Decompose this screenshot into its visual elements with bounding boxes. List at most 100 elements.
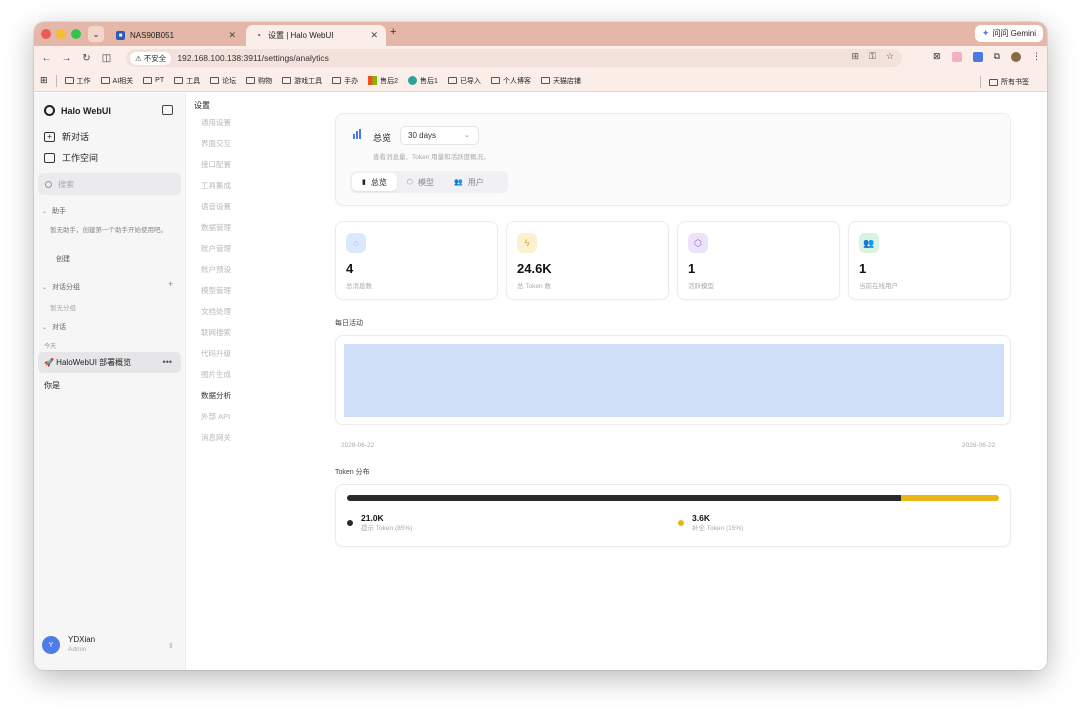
insecure-badge[interactable]: ⚠ 不安全 [130,51,172,65]
create-assistant-link[interactable]: 创建 [56,254,70,264]
bookmark-label: 工作 [76,77,91,85]
maximize-window-button[interactable] [71,29,81,39]
new-chat-button[interactable]: + 新对话 [44,130,89,143]
puzzle-icon[interactable]: ⧉ [994,51,1000,62]
bookmark-folder[interactable]: 工具 [174,76,200,86]
bookmark-label: 售后1 [420,77,438,85]
conversation-item-active[interactable]: 🚀 HaloWebUI 部署概览 ••• [38,352,181,373]
translate-icon[interactable]: ⊞ [852,51,860,62]
minimize-window-button[interactable] [56,29,66,39]
settings-nav-item[interactable]: 联网搜索 [201,327,231,338]
tab-search-chevron-icon[interactable]: ⌄ [88,26,104,42]
settings-nav-item[interactable]: 语音设置 [201,201,231,212]
groups-section-header[interactable]: ⌄ 对话分组 [42,282,80,292]
settings-nav-item[interactable]: 界面交互 [201,138,231,149]
bookmark-label: 论坛 [222,77,237,85]
settings-nav-item-analytics[interactable]: 数据分析 [201,390,231,401]
conversation-item[interactable]: 你是 [44,380,60,391]
reload-icon[interactable]: ↻ [79,53,94,64]
close-window-button[interactable] [41,29,51,39]
tab-users[interactable]: 👥 用户 [444,173,494,191]
settings-nav-item[interactable]: 数据管理 [201,222,231,233]
folder-icon [447,77,457,84]
workspace-button[interactable]: 工作空间 [44,151,98,164]
user-name: YDXian [68,635,96,644]
bookmark-label: 工具 [186,77,201,85]
date-range-select[interactable]: 30 days ⌄ [400,126,479,145]
more-menu-icon[interactable]: ⋮ [1032,51,1041,62]
cube-icon: ⬡ [406,179,413,186]
assistant-section-header[interactable]: ⌄ 助手 [42,206,66,216]
overview-title: 总览 [373,133,392,143]
bookmark-folder[interactable]: 论坛 [210,76,236,86]
tab-overview[interactable]: ▮ 总览 [352,173,397,191]
tab-models[interactable]: ⬡ 模型 [397,173,444,191]
key-icon[interactable]: ⚿ [869,51,876,62]
settings-nav-item[interactable]: 消息网关 [201,432,231,443]
browser-tab-settings[interactable]: ◔ 设置 | Halo WebUI ✕ [246,25,386,46]
user-profile[interactable]: Y YDXian Admin [42,635,95,655]
apps-grid-icon[interactable]: ⊞ [40,75,48,86]
bookmark-folder[interactable]: 游戏工具 [282,76,322,86]
stat-label: 活跃模型 [688,283,714,290]
section-label: 对话分组 [52,284,81,291]
date-range-value: 30 days [408,131,437,140]
more-options-icon[interactable]: ••• [163,357,172,367]
bookmark-folder[interactable]: 手办 [332,76,358,86]
settings-nav-item[interactable]: 账户管理 [201,243,231,254]
extension-icon[interactable] [972,51,983,62]
settings-nav-item[interactable]: 工具集成 [201,180,231,191]
gemini-button[interactable]: ✦ 问问 Gemini [974,25,1043,42]
bookmark-link[interactable]: 售后1 [408,76,438,86]
bookmark-folder[interactable]: PT [143,77,164,84]
chevron-updown-icon[interactable]: ⇕ [168,642,174,650]
brand[interactable]: Halo WebUI [44,105,111,116]
bookmark-folder[interactable]: 个人博客 [490,76,531,86]
bookmark-star-icon[interactable]: ☆ [886,51,894,62]
settings-nav-item[interactable]: 模型管理 [201,285,231,296]
address-bar-actions: ⊞ ⚿ ☆ [852,51,894,62]
back-arrow-icon[interactable]: ← [39,53,54,64]
settings-nav-item[interactable]: 文档处理 [201,306,231,317]
settings-nav-item[interactable]: 通用设置 [201,117,231,128]
search-input[interactable]: 搜索 [38,173,181,195]
bookmark-link[interactable]: 售后2 [368,76,398,86]
profile-avatar-icon[interactable] [1011,51,1021,62]
bookmark-folder[interactable]: 购物 [246,76,272,86]
settings-nav-item[interactable]: 账户预设 [201,264,231,275]
url-text[interactable]: 192.168.100.138:3911/settings/analytics [177,53,329,63]
address-bar[interactable]: ⚠ 不安全 192.168.100.138:3911/settings/anal… [126,49,902,67]
legend-dot [347,520,353,526]
sidebar-panel-icon[interactable]: ◫ [99,53,114,64]
view-tabs: ▮ 总览 ⬡ 模型 👥 用户 [350,171,508,193]
browser-tab-nas[interactable]: ■ NAS90B051 ✕ [108,25,244,46]
conversations-section-header[interactable]: ⌄ 对话 [42,322,66,332]
bookmark-folder[interactable]: 天猫店铺 [540,76,581,86]
stat-label: 总 Token 数 [517,283,551,290]
bookmark-folder[interactable]: 工作 [64,76,91,86]
settings-nav-item[interactable]: 图片生成 [201,369,231,380]
bookmark-folder[interactable]: AI相关 [100,76,133,86]
bookmark-label: 游戏工具 [294,77,323,85]
bookmark-folder[interactable]: 已导入 [447,76,481,86]
close-tab-icon[interactable]: ✕ [370,30,378,41]
tab-label: 设置 | Halo WebUI [268,31,334,40]
extension-icon[interactable] [951,51,962,62]
start-date-label: 2026-06-22 [341,442,375,449]
close-tab-icon[interactable]: ✕ [228,30,236,41]
activity-area [344,344,1004,417]
collapse-sidebar-icon[interactable] [162,105,173,115]
extension-icon[interactable]: ⊠ [933,51,941,62]
chevron-down-icon: ⌄ [42,284,48,291]
settings-nav-item[interactable]: 代码升级 [201,348,231,359]
bookmark-label: 天猫店铺 [552,77,581,85]
legend-dot [678,520,684,526]
forward-arrow-icon[interactable]: → [59,53,74,64]
settings-nav-item[interactable]: 外部 API [201,411,230,422]
new-tab-button[interactable]: + [390,26,396,38]
end-date-label: 2026-06-22 [962,442,996,449]
settings-nav-item[interactable]: 接口配置 [201,159,231,170]
all-bookmarks[interactable]: 所有书签 [980,76,1029,88]
settings-nav: 设置 通用设置 界面交互 接口配置 工具集成 语音设置 数据管理 账户管理 账户… [186,93,276,670]
add-group-button[interactable]: + [168,279,173,289]
